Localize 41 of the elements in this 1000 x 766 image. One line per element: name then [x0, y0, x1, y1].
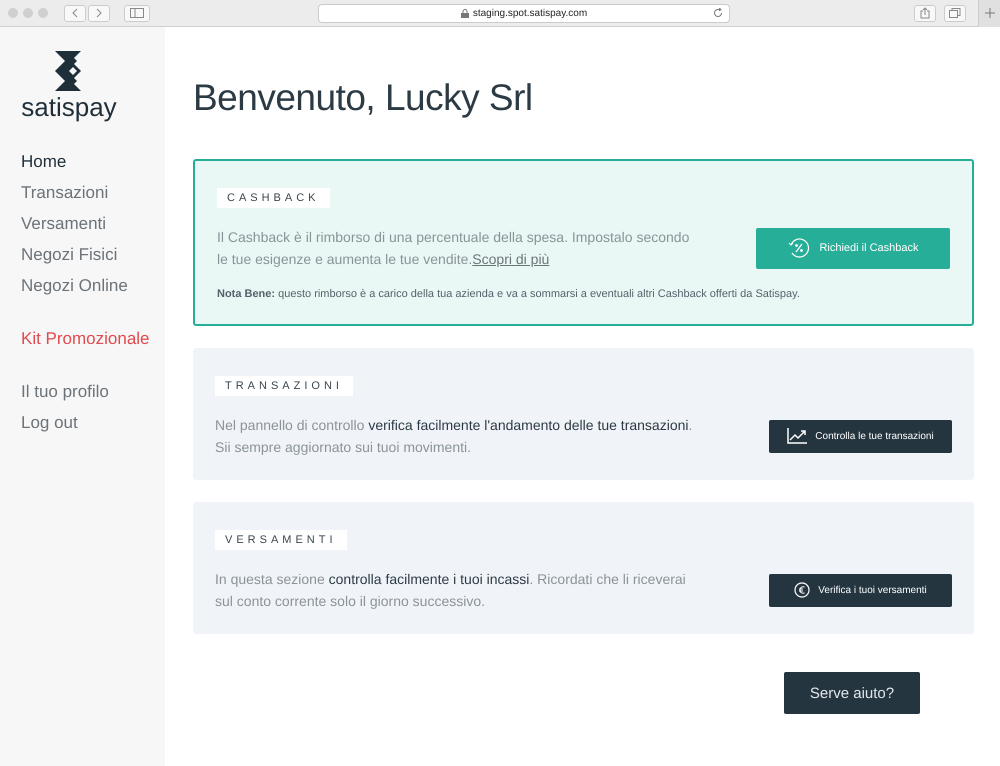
- action-button[interactable]: Richiedi il Cashback: [756, 228, 950, 268]
- tabs-icon: [949, 8, 961, 18]
- nav-link[interactable]: Kit Promozionale: [21, 322, 165, 354]
- action-button[interactable]: Verifica i tuoi versamenti: [769, 574, 952, 606]
- sidebar-toggle-button[interactable]: [124, 4, 150, 22]
- new-tab-button[interactable]: [978, 0, 1000, 26]
- line-chart-icon: [787, 428, 808, 444]
- tabs-button[interactable]: [944, 4, 966, 22]
- card-description: Nel pannello di controllo verifica facilmente l'andamento delle tue transazioni. Sii sempre aggiornato sui tuoi movimenti.: [215, 416, 694, 457]
- nav-link[interactable]: Negozi Fisici: [21, 238, 165, 270]
- learn-more-link[interactable]: Scopri di più: [472, 251, 550, 267]
- url-text: staging.spot.satispay.com: [472, 8, 588, 18]
- card-note: Nota Bene: questo rimborso è a carico della tua azienda e va a sommarsi a eventuali altri Cashback offerti da Satispay.: [217, 288, 801, 300]
- nav-link[interactable]: Il tuo profilo: [21, 376, 165, 407]
- nav-link[interactable]: Home: [21, 146, 165, 177]
- chevron-right-icon: [95, 8, 103, 18]
- help-button[interactable]: Serve aiuto?: [784, 672, 920, 714]
- card-description: In questa sezione controlla facilmente i tuoi incassi. Ricordati che li riceverai sul conto corrente solo il giorno successivo.: [215, 570, 687, 611]
- sidebar-icon: [130, 8, 144, 18]
- action-button[interactable]: Controlla le tue transazioni: [769, 420, 952, 452]
- lock-icon: [460, 8, 469, 18]
- nav-link[interactable]: Log out: [21, 406, 165, 438]
- plus-icon: [984, 8, 994, 18]
- address-bar[interactable]: staging.spot.satispay.com: [318, 4, 730, 22]
- forward-button[interactable]: [88, 4, 110, 22]
- percent-refresh-icon: [787, 236, 812, 260]
- euro-icon: [794, 582, 810, 598]
- logo-text: satispay: [21, 93, 117, 122]
- card-title: VERSAMENTI: [215, 530, 347, 550]
- back-button[interactable]: [64, 4, 86, 22]
- share-button[interactable]: [914, 4, 936, 22]
- reload-icon[interactable]: [713, 8, 723, 18]
- share-icon: [920, 7, 930, 19]
- chevron-left-icon: [71, 8, 79, 18]
- nav-link[interactable]: Negozi Online: [21, 270, 165, 301]
- card-title: TRANSAZIONI: [215, 376, 353, 396]
- nav-link[interactable]: Versamenti: [21, 208, 165, 239]
- nav-link[interactable]: Transazioni: [21, 176, 165, 208]
- welcome-heading: Benvenuto, Lucky Srl: [193, 77, 534, 119]
- card-description: Il Cashback è il rimborso di una percentuale della spesa. Impostalo secondo le tue esigenze e aumenta le tue vendite.Scopri di più: [217, 228, 690, 269]
- card-title: CASHBACK: [217, 188, 330, 208]
